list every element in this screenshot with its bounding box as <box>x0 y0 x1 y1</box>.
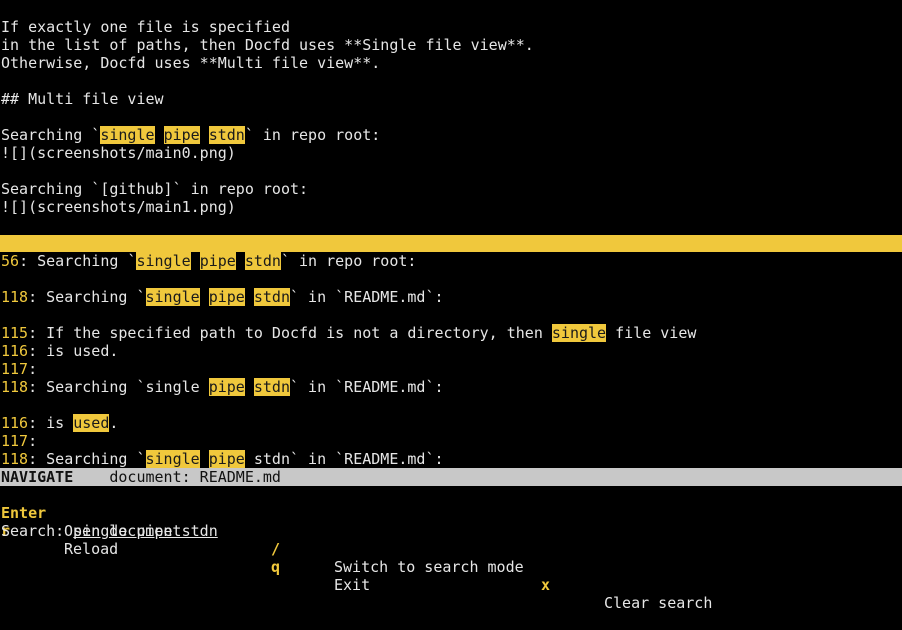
result-line: 116: is used. <box>1 414 118 432</box>
preview-line: If exactly one file is specified <box>1 18 290 36</box>
line-number: 117 <box>1 432 29 450</box>
preview-line: Searching `[github]` in repo root: <box>1 180 309 198</box>
result-line: 118: Searching `single pipe stdn` in `RE… <box>1 378 444 396</box>
match-highlight: stdn <box>208 126 245 144</box>
preview-line: ![](screenshots/main0.png) <box>1 144 236 162</box>
search-label: Search: <box>1 522 74 540</box>
match-highlight: used <box>73 414 110 432</box>
match-highlight: stdn <box>253 378 290 396</box>
document-name: document: README.md <box>109 468 281 486</box>
result-text: : is used. <box>28 342 119 360</box>
result-text: : <box>28 432 38 450</box>
result-text: : <box>28 360 38 378</box>
line-number: 56 <box>1 252 20 270</box>
preview-heading: ## Multi file view <box>1 90 164 108</box>
result-line: 118: Searching `single pipe stdn` in `RE… <box>1 450 444 468</box>
line-number: 116 <box>1 414 29 432</box>
match-highlight: single <box>145 450 200 468</box>
match-highlight: pipe <box>163 126 200 144</box>
result-text: stdn` in `README.md`: <box>244 450 444 468</box>
result-item[interactable]: 56: Searching `single pipe stdn` in repo… <box>1 252 416 270</box>
line-number: 118 <box>1 288 29 306</box>
result-text: : Searching ` <box>19 252 137 270</box>
result-line: 116: is used. <box>1 342 118 360</box>
preview-line: in the list of paths, then Docfd uses **… <box>1 36 534 54</box>
result-text: : Searching `single <box>28 378 209 396</box>
result-text: ` in repo root: <box>280 252 417 270</box>
search-bar[interactable]: Search: single pipe stdn <box>1 522 902 540</box>
terminal-screen: If exactly one file is specified in the … <box>0 0 902 612</box>
line-number: 118 <box>1 450 29 468</box>
preview-line: ![](screenshots/main1.png) <box>1 198 236 216</box>
pane-divider <box>0 235 902 252</box>
result-line: 117: <box>1 360 37 378</box>
result-line: 117: <box>1 432 37 450</box>
match-highlight: stdn <box>244 252 281 270</box>
result-text: . <box>109 414 119 432</box>
result-text: ` in `README.md`: <box>290 288 444 306</box>
result-line: 115: If the specified path to Docfd is n… <box>1 324 696 342</box>
line-number: 115 <box>1 324 29 342</box>
key-hints-row: r Reload q Exit <box>0 504 902 594</box>
status-spacer <box>73 468 109 486</box>
match-highlight: pipe <box>208 450 245 468</box>
line-number: 116 <box>1 342 29 360</box>
match-highlight: single <box>136 252 191 270</box>
q-key: q <box>271 558 281 576</box>
result-text: : If the specified path to Docfd is not … <box>28 324 552 342</box>
clear-search-hint[interactable]: Clear search <box>604 594 712 612</box>
reload-hint[interactable]: Reload <box>64 540 118 558</box>
slash-key: / <box>271 540 281 558</box>
match-highlight: single <box>100 126 155 144</box>
x-key: x <box>541 576 551 594</box>
match-highlight: single <box>145 288 200 306</box>
match-highlight: single <box>551 324 607 342</box>
status-bar: NAVIGATE document: README.md <box>0 468 902 486</box>
line-number: 118 <box>1 378 29 396</box>
match-highlight: stdn <box>253 288 290 306</box>
search-input[interactable]: single pipe stdn <box>73 522 218 540</box>
result-text: : Searching ` <box>28 450 146 468</box>
preview-line: Otherwise, Docfd uses **Multi file view*… <box>1 54 381 72</box>
line-number: 117 <box>1 360 29 378</box>
exit-hint[interactable]: Exit <box>334 576 370 594</box>
result-item[interactable]: 118: Searching `single pipe stdn` in `RE… <box>1 288 444 306</box>
mode-indicator: NAVIGATE <box>1 468 74 486</box>
preview-text: Searching ` <box>1 126 101 144</box>
result-text: ` in `README.md`: <box>290 378 444 396</box>
match-highlight: pipe <box>199 252 236 270</box>
result-text: file view <box>606 324 697 342</box>
preview-line: Searching `single pipe stdn` in repo roo… <box>1 126 380 144</box>
match-highlight: pipe <box>208 378 245 396</box>
preview-text: ` in repo root: <box>244 126 381 144</box>
result-text: : is <box>28 414 74 432</box>
match-highlight: pipe <box>208 288 245 306</box>
search-mode-hint[interactable]: Switch to search mode <box>334 558 524 576</box>
result-text: : Searching ` <box>28 288 146 306</box>
key-hints-row: Enter Open document / Switch to search m… <box>0 486 902 612</box>
